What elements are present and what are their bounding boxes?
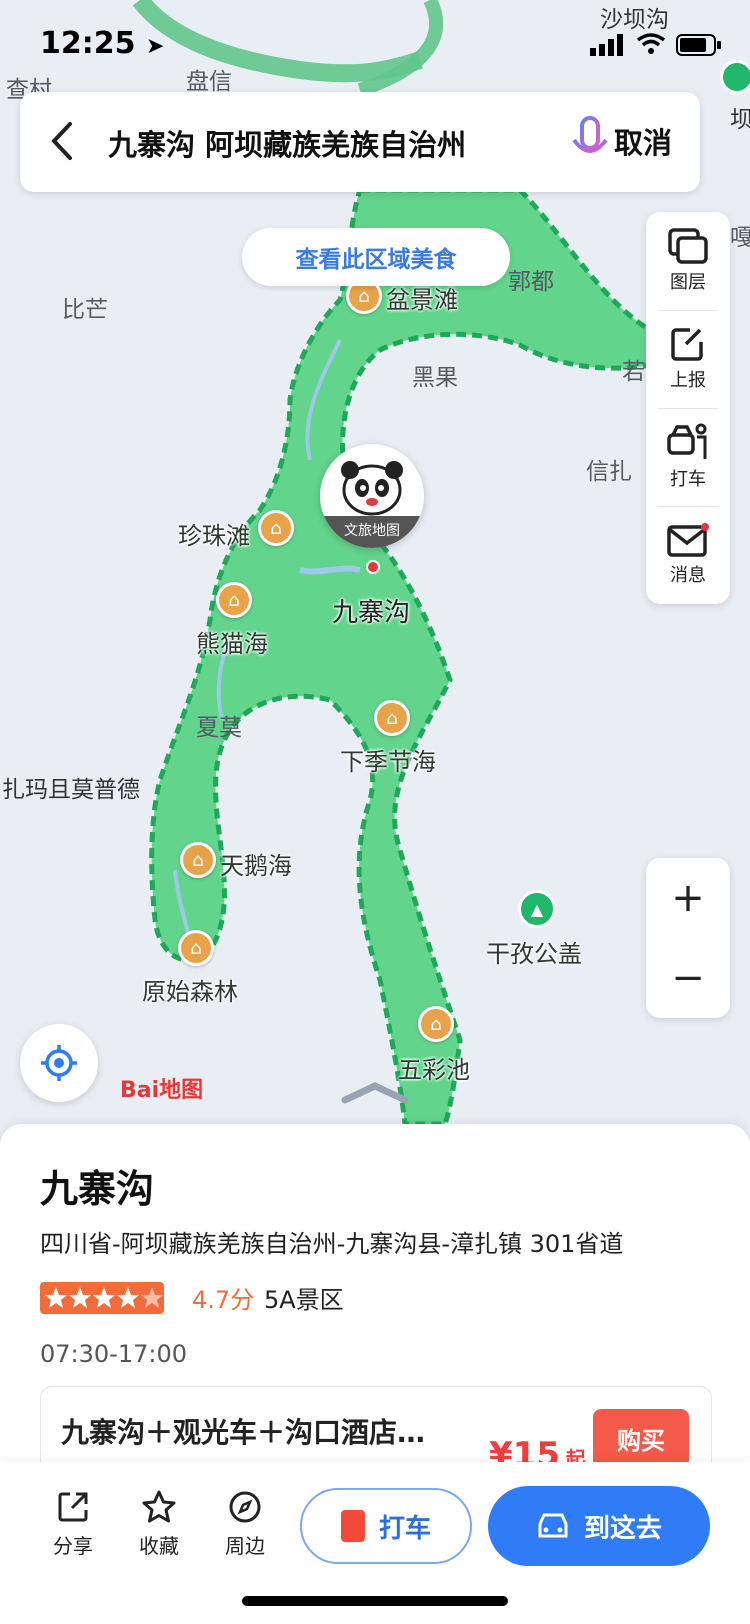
map-label: 嘎 [730,225,750,251]
favorite-button[interactable]: 收藏 [124,1490,194,1559]
museum-icon: ⌂ [192,849,204,871]
go-here-button[interactable]: 到这去 [488,1486,710,1566]
place-title: 九寨沟 [40,1167,155,1211]
view-food-button[interactable]: 查看此区域美食 [242,228,510,286]
star-icon [45,1287,163,1308]
car-icon [538,1513,568,1538]
map-label: 信扎 [586,459,632,485]
poi-marker[interactable]: ⌂ [178,930,214,966]
poi-label[interactable]: 五彩池 [398,1050,470,1085]
poi-label[interactable]: 下季节海 [340,742,436,777]
taxi-button[interactable]: 打车 [300,1488,472,1564]
scenic-rank: 5A景区 [264,1286,344,1314]
search-query[interactable]: 九寨沟 阿坝藏族羌族自治州 [108,122,508,164]
map-label: 郭都 [508,269,554,295]
mascot-marker[interactable]: 文旅地图 [320,444,424,548]
action-label: 收藏 [139,1534,179,1558]
baidu-logo: Bai地图 [120,1078,204,1103]
museum-icon: ⌂ [430,1013,442,1035]
zoom-controls: + − [646,858,730,1018]
locate-me-button[interactable] [20,1024,98,1102]
rating-stars [40,1282,164,1314]
place-address: 四川省-阿坝藏族羌族自治州-九寨沟县-漳扎镇 301省道 [40,1230,624,1258]
back-arrow-icon[interactable] [50,120,74,166]
poi-marker[interactable]: ⌂ [418,1006,454,1042]
battery-icon [676,34,722,60]
taxi-red-icon [340,1510,365,1542]
poi-label[interactable]: 天鹅海 [220,846,292,881]
map-label: 扎玛且莫普德 [2,777,140,803]
location-pin-dot [366,560,380,574]
zoom-out-button[interactable]: − [646,938,730,1018]
tool-label: 上报 [670,370,706,391]
map-tools-panel: 图层 上报 打车 消息 [646,212,730,604]
crosshair-icon [41,1045,77,1081]
layers-icon [668,228,708,264]
museum-icon: ⌂ [270,517,282,539]
action-label: 分享 [53,1534,93,1558]
star-icon [142,1490,176,1523]
action-label: 周边 [225,1534,265,1558]
share-button[interactable]: 分享 [38,1490,108,1559]
poi-marker[interactable]: ⌂ [216,582,252,618]
museum-icon: ⌂ [386,707,398,729]
signal-icon [590,34,626,60]
home-indicator [242,1596,508,1606]
rating-score: 4.7分 [192,1286,255,1314]
layers-button[interactable]: 图层 [646,212,730,310]
poi-marker[interactable]: ⌂ [258,510,294,546]
map-label: 夏莫 [196,715,242,741]
poi-marker[interactable]: ⌂ [180,842,216,878]
share-icon [58,1492,88,1522]
mascot-caption: 文旅地图 [344,523,400,539]
edit-report-icon [671,328,703,361]
mountain-icon: ▲ [530,899,544,919]
poi-label[interactable]: 熊猫海 [196,624,268,659]
nearby-button[interactable]: 周边 [210,1490,280,1559]
poi-label[interactable]: 原始森林 [142,972,238,1007]
map-lake [299,565,361,575]
poi-label[interactable]: 珍珠滩 [178,516,250,551]
museum-icon: ⌂ [228,589,240,611]
compass-icon [229,1491,261,1523]
report-button[interactable]: 上报 [646,310,730,408]
poi-marker[interactable]: ⌂ [374,700,410,736]
map-label: 黑果 [412,365,458,391]
tool-label: 图层 [670,272,706,293]
wifi-icon [636,32,666,60]
messages-button[interactable]: 消息 [646,506,730,604]
tool-label: 消息 [670,565,706,586]
map-label: 若 [622,359,645,385]
cancel-button[interactable]: 取消 [614,120,672,162]
status-time: 12:25 ➤ [40,26,165,61]
zoom-in-button[interactable]: + [646,858,730,938]
taxi-tool-button[interactable]: 打车 [646,408,730,506]
poi-label[interactable]: 干孜公盖 [486,934,582,969]
museum-icon: ⌂ [358,285,370,307]
place-map-label[interactable]: 九寨沟 [332,592,410,629]
microphone-icon[interactable] [570,116,610,172]
taxi-person-icon [667,423,707,459]
opening-hours: 07:30-17:00 [40,1340,187,1368]
mountain-poi-marker[interactable]: ▲ [518,890,556,928]
map-label: 比芒 [62,297,108,323]
museum-icon: ⌂ [190,937,202,959]
status-bar: 12:25 ➤ [0,0,750,88]
mail-icon [667,523,709,557]
search-bar[interactable]: 九寨沟 阿坝藏族羌族自治州 取消 [20,92,700,192]
tool-label: 打车 [670,469,706,490]
map-label: 坝 [730,107,750,133]
location-arrow-icon: ➤ [145,34,165,59]
ticket-title: 九寨沟＋观光车＋沟口酒店… [61,1416,426,1449]
